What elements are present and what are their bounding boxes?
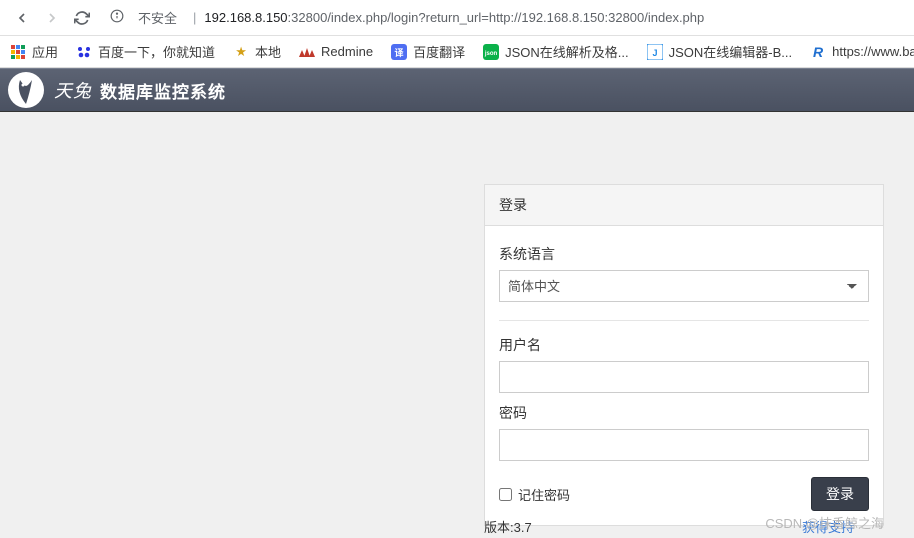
bookmark-label: 百度一下，你就知道: [98, 42, 215, 61]
reload-button[interactable]: [70, 6, 94, 30]
form-footer: 记住密码 登录: [499, 477, 869, 511]
bookmark-label: https://www.baid...: [832, 44, 914, 59]
bookmark-label: 本地: [255, 42, 281, 61]
bookmark-json2[interactable]: J JSON在线编辑器-B...: [647, 42, 793, 61]
bookmarks-bar: 应用 百度一下，你就知道 ★ 本地 Redmine 译百度翻译 json JSON在…: [0, 36, 914, 68]
app-logo-icon: [6, 70, 46, 110]
separator: |: [193, 10, 196, 25]
bookmark-baidu[interactable]: 百度一下，你就知道: [76, 42, 215, 61]
language-select[interactable]: 简体中文: [499, 270, 869, 302]
svg-text:json: json: [484, 51, 498, 57]
svg-text:译: 译: [395, 47, 405, 58]
watermark: CSDN @抹香鲸之海: [765, 513, 884, 532]
remember-checkbox[interactable]: [499, 488, 512, 501]
version-text: 版本:3.7: [484, 517, 532, 536]
url-path: /index.php/login?return_url=http://192.1…: [327, 10, 704, 25]
username-label: 用户名: [499, 335, 869, 355]
insecure-label: 不安全: [138, 8, 177, 27]
brand-name1: 天兔: [54, 77, 92, 103]
bookmark-label: JSON在线解析及格...: [505, 42, 629, 61]
app-header: 天兔 数据库监控系统: [0, 68, 914, 112]
url-host: 192.168.8.150: [204, 10, 287, 25]
bookmark-label: Redmine: [321, 44, 373, 59]
content-area: 登录 系统语言 简体中文 用户名 密码 记住密码 登录 版本:3.7 获得支持 …: [0, 112, 914, 538]
info-icon: [110, 9, 130, 26]
forward-button[interactable]: [40, 6, 64, 30]
redmine-icon: [299, 44, 315, 60]
bookmark-label: 应用: [32, 42, 58, 61]
svg-text:J: J: [652, 48, 657, 58]
url-port: :32800: [288, 10, 328, 25]
login-button[interactable]: 登录: [811, 477, 869, 511]
bookmark-label: JSON在线编辑器-B...: [669, 42, 793, 61]
panel-title: 登录: [485, 185, 883, 226]
browser-toolbar: 不安全 | 192.168.8.150:32800/index.php/logi…: [0, 0, 914, 36]
remember-checkbox-wrap[interactable]: 记住密码: [499, 485, 570, 504]
password-input[interactable]: [499, 429, 869, 461]
translate-icon: 译: [391, 44, 407, 60]
apps-icon: [10, 44, 26, 60]
bookmark-label: 百度翻译: [413, 42, 465, 61]
login-panel: 登录 系统语言 简体中文 用户名 密码 记住密码 登录: [484, 184, 884, 526]
username-input[interactable]: [499, 361, 869, 393]
brand-name2: 数据库监控系统: [100, 78, 226, 103]
bookmark-apps[interactable]: 应用: [10, 42, 58, 61]
bookmark-fanyi[interactable]: 译百度翻译: [391, 42, 465, 61]
password-label: 密码: [499, 403, 869, 423]
divider: [499, 320, 869, 321]
bookmark-json1[interactable]: json JSON在线解析及格...: [483, 42, 629, 61]
star-icon: ★: [233, 44, 249, 60]
svg-text:R: R: [813, 44, 824, 60]
back-button[interactable]: [10, 6, 34, 30]
language-label: 系统语言: [499, 244, 869, 264]
baidu-icon: [76, 44, 92, 60]
bookmark-local[interactable]: ★ 本地: [233, 42, 281, 61]
json-icon: J: [647, 44, 663, 60]
panel-body: 系统语言 简体中文 用户名 密码 记住密码 登录: [485, 226, 883, 525]
bookmark-baidu-url[interactable]: Rhttps://www.baid...: [810, 44, 914, 60]
address-bar[interactable]: 不安全 | 192.168.8.150:32800/index.php/logi…: [106, 5, 904, 31]
json-icon: json: [483, 44, 499, 60]
bookmark-redmine[interactable]: Redmine: [299, 44, 373, 60]
r-icon: R: [810, 44, 826, 60]
remember-label: 记住密码: [518, 485, 570, 504]
